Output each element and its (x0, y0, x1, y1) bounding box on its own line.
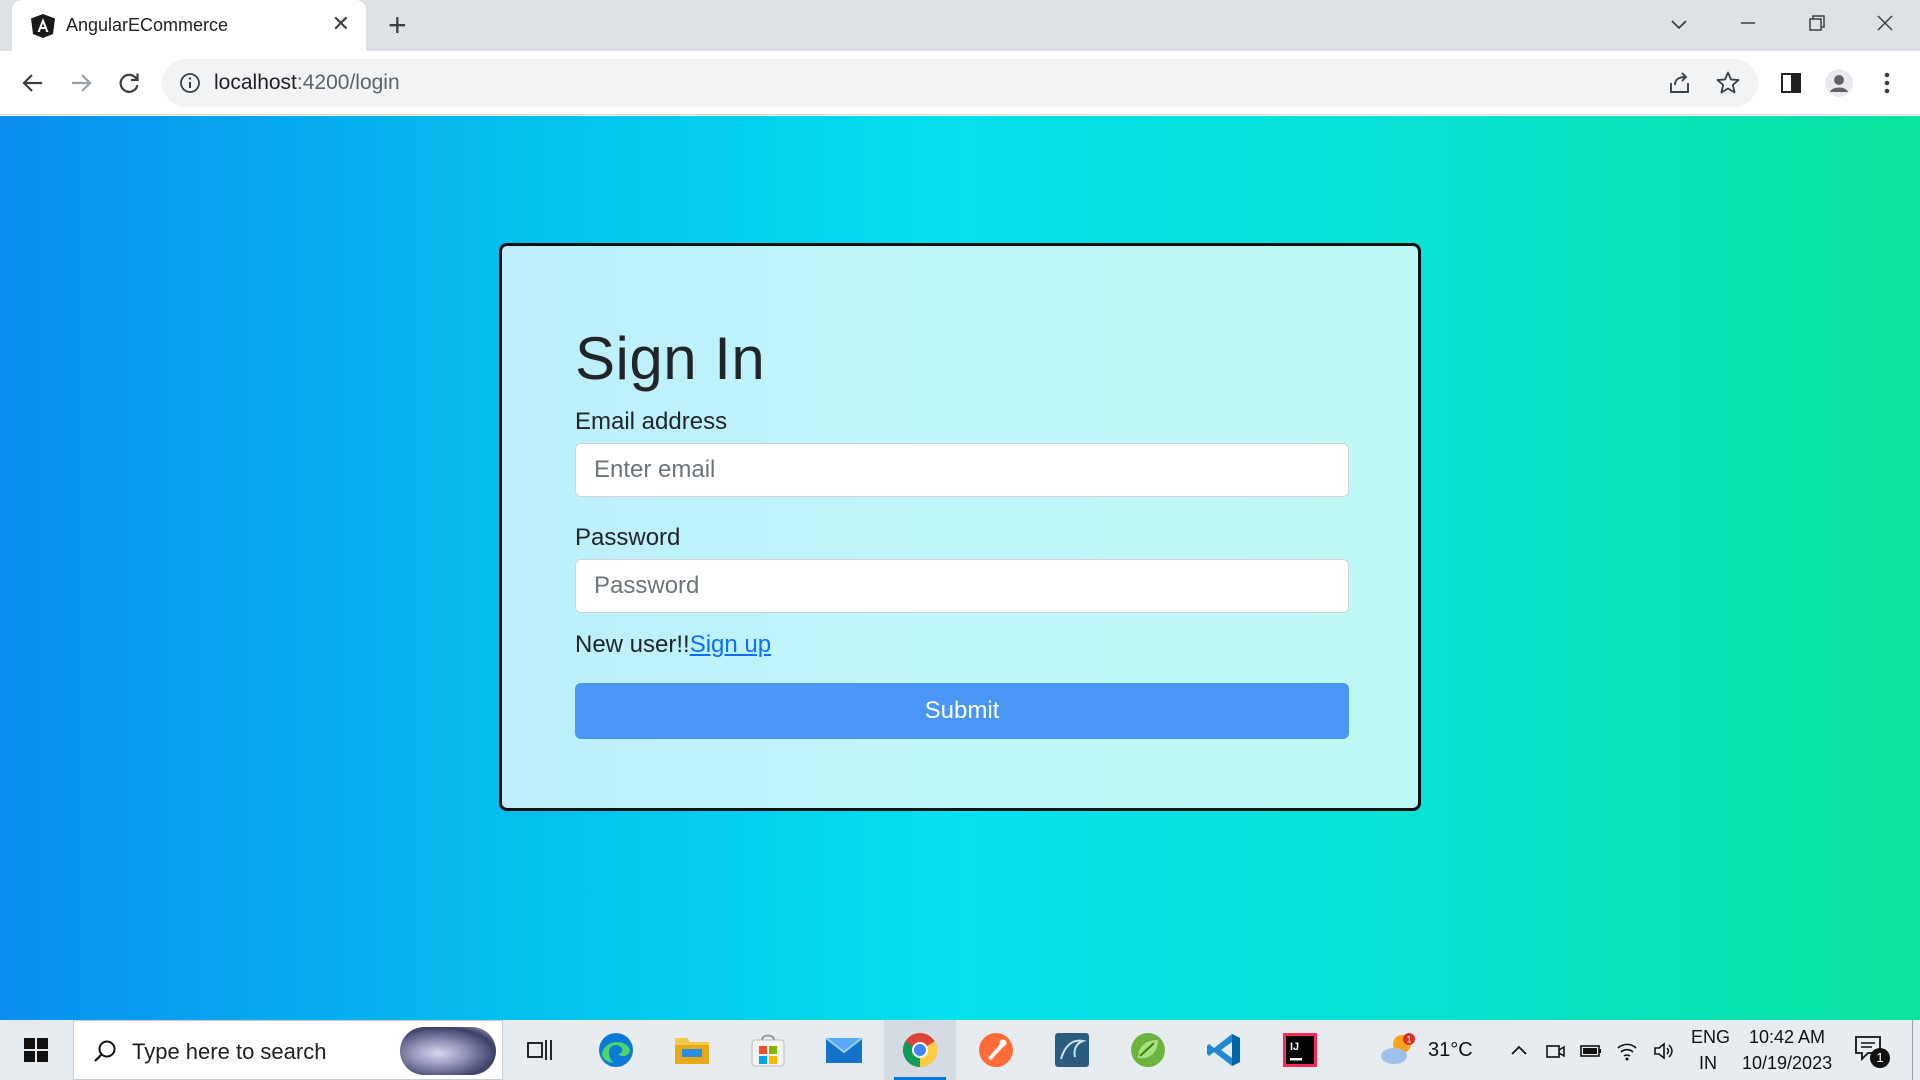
taskbar-intellij[interactable]: IJ (1264, 1020, 1336, 1080)
windows-logo-icon (24, 1038, 48, 1062)
browser-menu-button[interactable] (1872, 68, 1902, 98)
svg-text:IJ: IJ (1290, 1041, 1299, 1053)
page-background: Sign In Email address Password New user!… (0, 116, 1920, 1020)
vscode-icon (1207, 1034, 1240, 1066)
taskbar-chrome[interactable] (884, 1020, 956, 1080)
browser-tab-strip: AngularECommerce ✕ + (0, 0, 1920, 51)
tab-search-icon[interactable] (1668, 13, 1690, 35)
taskbar-spring-tools[interactable] (1112, 1020, 1184, 1080)
forward-button[interactable] (64, 66, 98, 100)
forward-arrow-icon (72, 74, 92, 92)
browser-tab[interactable]: AngularECommerce ✕ (12, 0, 366, 51)
signup-prompt: New user!!Sign up (575, 631, 771, 659)
close-tab-icon[interactable]: ✕ (332, 11, 350, 37)
taskbar-mail[interactable] (808, 1020, 880, 1080)
show-desktop-button[interactable] (1912, 1020, 1920, 1080)
tab-title: AngularECommerce (66, 15, 229, 35)
weather-temperature[interactable]: 31°C (1428, 1039, 1473, 1062)
taskbar-postman[interactable] (960, 1020, 1032, 1080)
mail-icon (825, 1037, 863, 1063)
profile-button[interactable] (1824, 68, 1854, 98)
taskbar-store[interactable] (732, 1020, 804, 1080)
close-window-icon[interactable] (1874, 12, 1896, 34)
email-label: Email address (575, 408, 728, 435)
password-label: Password (575, 524, 681, 551)
weather-badge: 1 (1407, 1035, 1412, 1045)
bookmark-star-icon[interactable] (1715, 70, 1741, 96)
start-button[interactable] (0, 1020, 72, 1080)
battery-icon[interactable] (1580, 1040, 1602, 1062)
reload-button[interactable] (112, 66, 146, 100)
taskbar-file-explorer[interactable] (656, 1020, 728, 1080)
meet-now-icon[interactable] (1544, 1040, 1566, 1062)
search-highlight-image (400, 1027, 496, 1075)
url-text[interactable]: localhost:4200/login (214, 71, 400, 95)
notification-badge: 1 (1870, 1048, 1890, 1068)
postman-icon (979, 1033, 1013, 1067)
side-panel-icon (1781, 73, 1801, 93)
search-placeholder: Type here to search (132, 1039, 327, 1064)
url-host: localhost (214, 71, 297, 94)
language-region[interactable]: IN (1699, 1053, 1717, 1074)
task-view-icon (527, 1040, 552, 1060)
info-icon[interactable] (178, 71, 202, 95)
intellij-idea-icon: IJ (1283, 1033, 1317, 1067)
angular-icon (31, 14, 55, 38)
back-arrow-icon (22, 74, 42, 92)
taskbar-mysql-workbench[interactable] (1036, 1020, 1108, 1080)
clock-time[interactable]: 10:42 AM (1749, 1027, 1825, 1048)
clock-date[interactable]: 10/19/2023 (1742, 1053, 1832, 1074)
weather-icon[interactable]: 1 (1378, 1032, 1418, 1068)
folder-icon (675, 1038, 709, 1064)
mysql-workbench-icon (1055, 1033, 1089, 1067)
side-panel-button[interactable] (1776, 68, 1806, 98)
new-tab-button[interactable]: + (388, 9, 407, 41)
new-user-text: New user!! (575, 631, 690, 658)
windows-taskbar: Type here to search IJ 1 31°C ENG IN 10:… (0, 1020, 1920, 1080)
taskbar-search-box[interactable]: Type here to search (73, 1020, 503, 1080)
password-field[interactable] (575, 559, 1349, 613)
search-icon (94, 1040, 116, 1062)
address-bar[interactable]: localhost:4200/login (162, 59, 1758, 107)
notification-center-button[interactable]: 1 (1854, 1034, 1890, 1068)
profile-avatar-icon (1825, 69, 1853, 97)
back-button[interactable] (16, 66, 50, 100)
chevron-up-icon[interactable] (1508, 1040, 1530, 1062)
kebab-menu-icon (1884, 72, 1890, 94)
restore-icon[interactable] (1806, 12, 1828, 34)
edge-browser-icon (599, 1033, 633, 1067)
url-path: :4200/login (296, 71, 400, 94)
submit-button[interactable]: Submit (575, 683, 1349, 739)
spring-leaf-icon (1131, 1033, 1165, 1067)
signup-link[interactable]: Sign up (690, 631, 771, 658)
taskbar-vscode[interactable] (1188, 1020, 1260, 1080)
login-card: Sign In Email address Password New user!… (499, 243, 1421, 811)
task-view-button[interactable] (504, 1020, 576, 1080)
email-field[interactable] (575, 443, 1349, 497)
language-code[interactable]: ENG (1691, 1027, 1730, 1048)
wifi-icon[interactable] (1616, 1040, 1638, 1062)
reload-icon (119, 73, 139, 93)
minimize-icon[interactable] (1737, 12, 1759, 34)
chrome-browser-icon (903, 1033, 937, 1067)
volume-icon[interactable] (1652, 1040, 1674, 1062)
microsoft-store-icon (751, 1034, 785, 1067)
taskbar-edge[interactable] (580, 1020, 652, 1080)
page-title: Sign In (575, 325, 766, 392)
share-icon[interactable] (1667, 70, 1693, 96)
